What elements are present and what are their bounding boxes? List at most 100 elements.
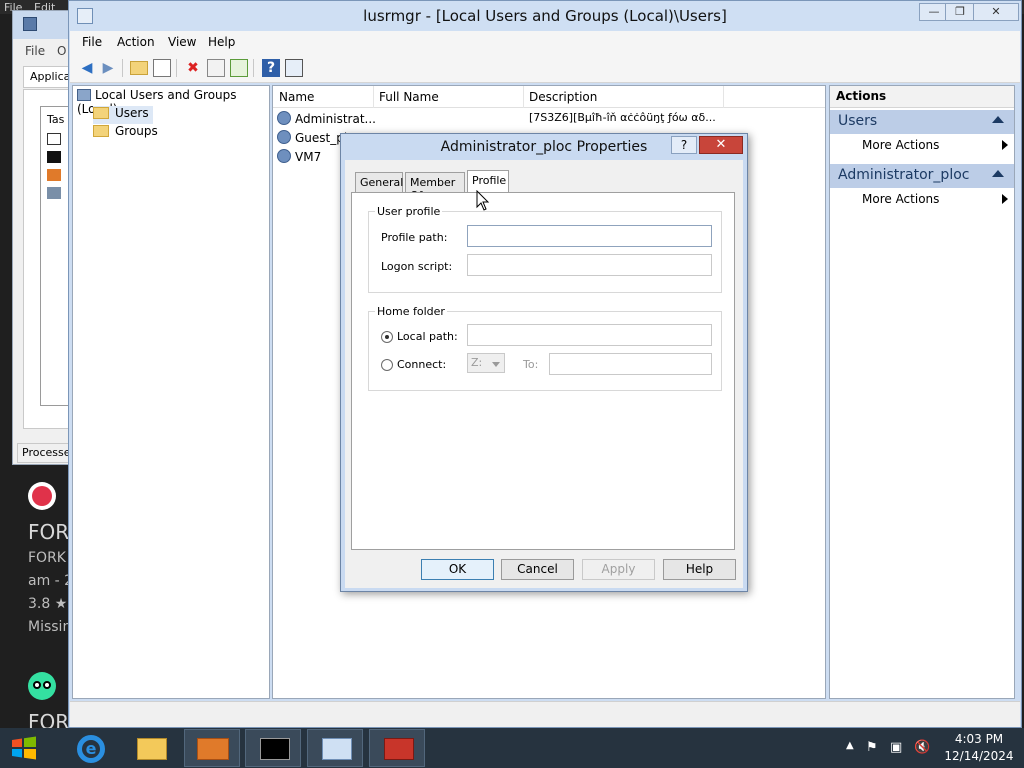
package-icon[interactable] — [184, 729, 240, 767]
table-row[interactable]: VM7 — [277, 149, 321, 167]
command-prompt-icon[interactable] — [245, 729, 301, 767]
list-header: Name Full Name Description — [273, 86, 825, 108]
column-header-description[interactable]: Description — [529, 90, 597, 104]
background-menu-item[interactable]: File — [25, 44, 45, 58]
taskbar: e ▲ ⚑ ▣ 🔇 4:03 PM 12/14/2024 — [0, 728, 1024, 768]
menu-file[interactable]: File — [82, 35, 102, 49]
user-icon — [277, 149, 291, 163]
local-path-radio[interactable] — [381, 331, 393, 343]
column-divider[interactable] — [523, 86, 524, 108]
tree-item-groups[interactable]: Groups — [93, 124, 158, 142]
home-folder-group: Home folder Local path: Connect: Z: To: — [368, 305, 722, 391]
column-header-name[interactable]: Name — [279, 90, 314, 104]
column-divider[interactable] — [373, 86, 374, 108]
to-path-field[interactable] — [549, 353, 712, 375]
action-pane-icon[interactable] — [285, 59, 303, 77]
background-tab-applications[interactable]: Applica — [23, 66, 71, 88]
collapse-icon[interactable] — [992, 116, 1004, 123]
start-button[interactable] — [10, 736, 38, 760]
clock-date[interactable]: 12/14/2024 — [938, 749, 1020, 763]
forward-icon[interactable]: ▶ — [99, 59, 117, 77]
delete-icon[interactable]: ✖ — [184, 59, 202, 77]
drive-letter-value: Z: — [471, 356, 483, 369]
background-console-icon — [47, 151, 61, 163]
background-menu-item[interactable]: O — [57, 44, 66, 58]
cancel-button[interactable]: Cancel — [501, 559, 574, 580]
profile-path-value — [468, 224, 474, 243]
menu-view[interactable]: View — [168, 35, 196, 49]
apply-button[interactable]: Apply — [582, 559, 655, 580]
tree-root[interactable]: Local Users and Groups (Local) — [77, 88, 269, 116]
up-folder-icon[interactable] — [130, 61, 148, 75]
actions-header: Actions — [830, 86, 1014, 108]
flag-icon[interactable]: ⚑ — [866, 740, 878, 755]
users-groups-icon — [77, 89, 91, 101]
folder-icon — [93, 125, 109, 137]
toolbar: ◀ ▶ ✖ ? — [70, 53, 1020, 83]
close-button[interactable]: ✕ — [973, 3, 1019, 21]
dialog-close-button[interactable]: ✕ — [699, 136, 743, 154]
restore-button[interactable]: ❐ — [945, 3, 975, 21]
help-button[interactable]: Help — [663, 559, 736, 580]
tab-general[interactable]: General — [355, 172, 403, 192]
ok-button[interactable]: OK — [421, 559, 494, 580]
tab-member-of[interactable]: Member Of — [405, 172, 465, 202]
toolbox-icon[interactable] — [369, 729, 425, 767]
chevron-up-icon[interactable]: ▲ — [846, 740, 854, 751]
menu-help[interactable]: Help — [208, 35, 235, 49]
table-row[interactable]: Guest_pl — [277, 130, 347, 148]
internet-explorer-icon[interactable]: e — [62, 729, 118, 767]
logon-script-value — [468, 253, 474, 272]
logon-script-label: Logon script: — [381, 260, 453, 273]
window-titlebar[interactable]: lusrmgr - [Local Users and Groups (Local… — [69, 1, 1021, 31]
menu-bar: File Action View Help — [70, 31, 1020, 53]
chevron-down-icon — [492, 362, 500, 367]
connect-radio[interactable] — [381, 359, 393, 371]
submenu-arrow-icon — [1002, 194, 1008, 204]
dialog-help-button[interactable]: ? — [671, 136, 697, 154]
menu-action[interactable]: Action — [117, 35, 155, 49]
background-task-header: Tas — [47, 113, 65, 126]
show-tree-icon[interactable] — [153, 59, 171, 77]
background-tab-panel: Tas — [23, 89, 72, 429]
toolbar-separator — [122, 59, 123, 77]
column-divider[interactable] — [723, 86, 724, 108]
background-window-icon — [47, 133, 61, 145]
properties-icon[interactable] — [207, 59, 225, 77]
network-icon[interactable]: ▣ — [890, 740, 902, 755]
background-status-tab[interactable]: Processe — [17, 443, 71, 463]
toolbar-separator — [176, 59, 177, 77]
performance-monitor-icon[interactable] — [307, 729, 363, 767]
submenu-arrow-icon — [1002, 140, 1008, 150]
background-listing-line: Missin — [28, 619, 72, 635]
home-folder-group-label: Home folder — [375, 305, 447, 318]
drive-letter-select[interactable]: Z: — [467, 353, 505, 373]
back-icon[interactable]: ◀ — [78, 59, 96, 77]
user-icon — [277, 130, 291, 144]
action-more-actions[interactable]: More Actions — [862, 192, 1012, 208]
volume-muted-icon[interactable]: 🔇 — [914, 740, 930, 755]
logon-script-field[interactable] — [467, 254, 712, 276]
tree-item-users[interactable]: Users — [93, 106, 153, 124]
help-icon[interactable]: ? — [262, 59, 280, 77]
actions-section-title: Administrator_ploc — [838, 167, 970, 183]
actions-section-administrator-ploc[interactable]: Administrator_ploc — [830, 164, 1014, 188]
clock-time[interactable]: 4:03 PM — [938, 732, 1020, 746]
column-header-full-name[interactable]: Full Name — [379, 90, 439, 104]
background-fox-icon — [47, 169, 61, 181]
export-icon[interactable] — [230, 59, 248, 77]
mouse-cursor-icon — [476, 190, 490, 211]
local-path-field[interactable] — [467, 324, 712, 346]
profile-path-label: Profile path: — [381, 231, 448, 244]
background-rating: 3.8 ★ — [28, 596, 68, 612]
background-task-manager-window: File O Applica Tas Processe — [12, 10, 73, 465]
profile-path-field[interactable] — [467, 225, 712, 247]
file-explorer-icon[interactable] — [122, 729, 178, 767]
console-tree: Local Users and Groups (Local) Users Gro… — [72, 85, 270, 699]
collapse-icon[interactable] — [992, 170, 1004, 177]
table-row[interactable]: Administrat... [7S3Z6][Βμîħ-îň αċċôüŋţ ƒ… — [277, 111, 721, 129]
properties-dialog: Administrator_ploc Properties ? ✕ Genera… — [340, 133, 748, 592]
action-more-actions[interactable]: More Actions — [862, 138, 1012, 154]
actions-section-users[interactable]: Users — [830, 110, 1014, 134]
user-name: VM7 — [295, 150, 322, 164]
